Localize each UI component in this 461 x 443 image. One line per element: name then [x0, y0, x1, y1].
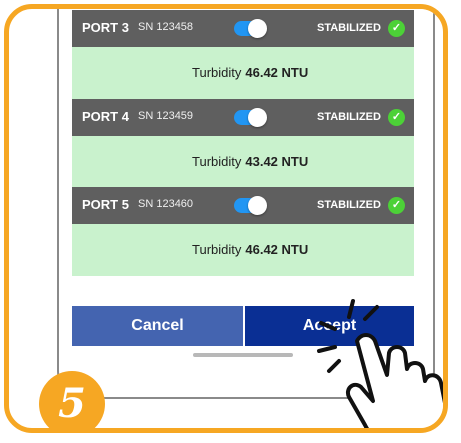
check-icon: ✓ — [388, 20, 405, 37]
serial-number: SN 123460 — [138, 198, 194, 210]
serial-number: SN 123458 — [138, 21, 194, 33]
port-label: PORT 5 — [82, 197, 129, 212]
toggle-knob — [248, 196, 267, 215]
reading-label: Turbidity — [192, 154, 242, 169]
toggle-knob — [248, 19, 267, 38]
check-icon: ✓ — [388, 197, 405, 214]
status-text: STABILIZED — [317, 111, 381, 123]
cancel-button[interactable]: Cancel — [72, 306, 243, 346]
tutorial-frame: PORT 3 SN 123458 STABILIZED ✓ Turbidity 4… — [4, 4, 448, 433]
reading-value: 46.42 NTU — [245, 242, 309, 257]
reading-value: 43.42 NTU — [245, 154, 309, 169]
serial-number: SN 123459 — [138, 110, 194, 122]
tapping-hand-icon — [317, 299, 443, 428]
port-label: PORT 3 — [82, 20, 129, 35]
step-number-badge: 5 — [39, 371, 105, 428]
port-header-5: PORT 5 SN 123460 STABILIZED ✓ — [72, 187, 414, 224]
home-indicator — [193, 353, 293, 357]
port-header-4: PORT 4 SN 123459 STABILIZED ✓ — [72, 99, 414, 136]
port-header-3: PORT 3 SN 123458 STABILIZED ✓ — [72, 10, 414, 47]
reading-panel-3: Turbidity 46.42 NTU — [72, 47, 414, 99]
reading-panel-4: Turbidity 43.42 NTU — [72, 136, 414, 188]
check-icon: ✓ — [388, 109, 405, 126]
status-text: STABILIZED — [317, 22, 381, 34]
reading-value: 46.42 NTU — [245, 65, 309, 80]
reading-panel-5: Turbidity 46.42 NTU — [72, 224, 414, 276]
port-label: PORT 4 — [82, 109, 129, 124]
reading-label: Turbidity — [192, 242, 242, 257]
reading-label: Turbidity — [192, 65, 242, 80]
toggle-knob — [248, 108, 267, 127]
port-toggle[interactable] — [234, 196, 267, 215]
status-text: STABILIZED — [317, 199, 381, 211]
port-toggle[interactable] — [234, 108, 267, 127]
port-toggle[interactable] — [234, 19, 267, 38]
